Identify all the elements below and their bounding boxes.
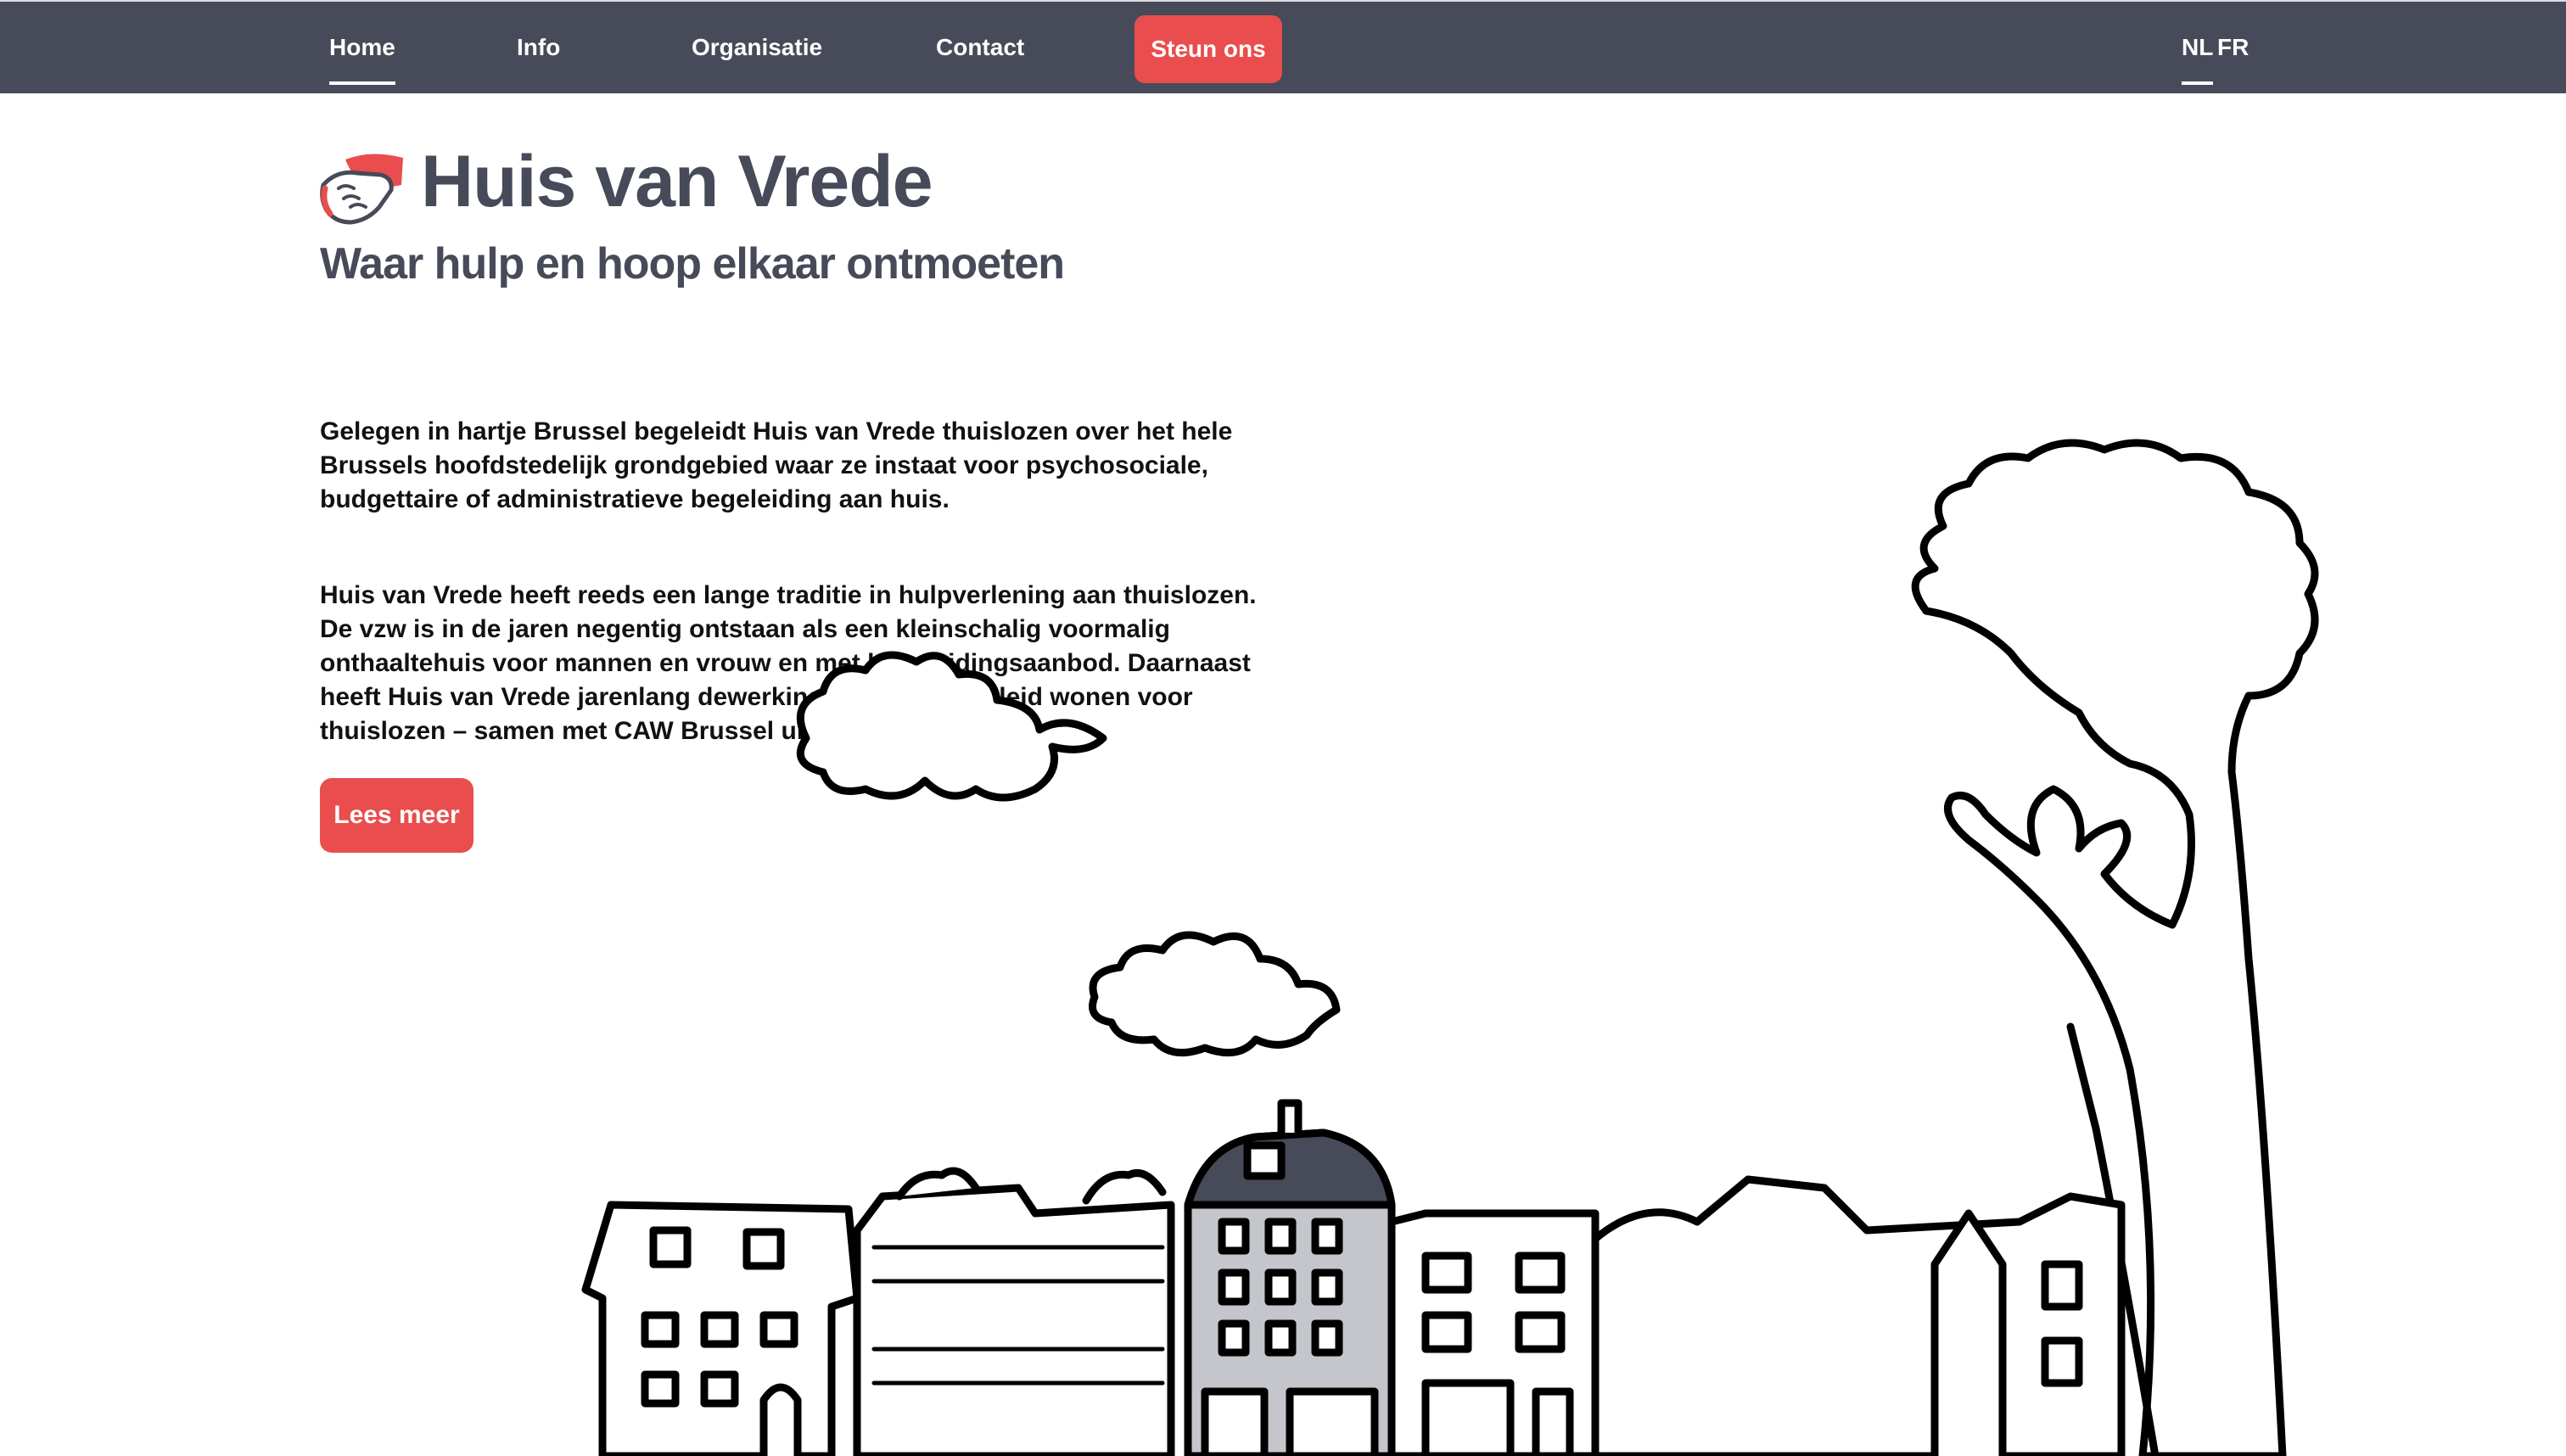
top-navigation: Home Info Organisatie Contact Steun ons … xyxy=(0,0,2566,93)
handshake-icon xyxy=(320,154,403,225)
house-3 xyxy=(1184,1099,1396,1456)
nav-info-link[interactable]: Info xyxy=(517,2,560,95)
cloud-right xyxy=(1089,931,1341,1057)
houses-right xyxy=(1591,1175,2126,1456)
language-fr-link[interactable]: FR xyxy=(2217,2,2249,95)
nav-home-link[interactable]: Home xyxy=(329,2,395,95)
site-title: Huis van Vrede xyxy=(421,141,933,222)
site-tagline: Waar hulp en hoop elkaar ontmoeten xyxy=(320,239,1065,288)
nav-contact-link[interactable]: Contact xyxy=(936,2,1024,95)
city-illustration xyxy=(581,439,2319,1456)
cloud-left xyxy=(796,651,1107,802)
nav-organisatie-link[interactable]: Organisatie xyxy=(692,2,822,95)
read-more-button[interactable]: Lees meer xyxy=(320,778,473,853)
donate-button[interactable]: Steun ons xyxy=(1135,15,1282,83)
house-2 xyxy=(853,1167,1175,1456)
house-4 xyxy=(1387,1209,1600,1456)
language-nl-link[interactable]: NL xyxy=(2182,2,2214,95)
house-1 xyxy=(581,1201,861,1456)
